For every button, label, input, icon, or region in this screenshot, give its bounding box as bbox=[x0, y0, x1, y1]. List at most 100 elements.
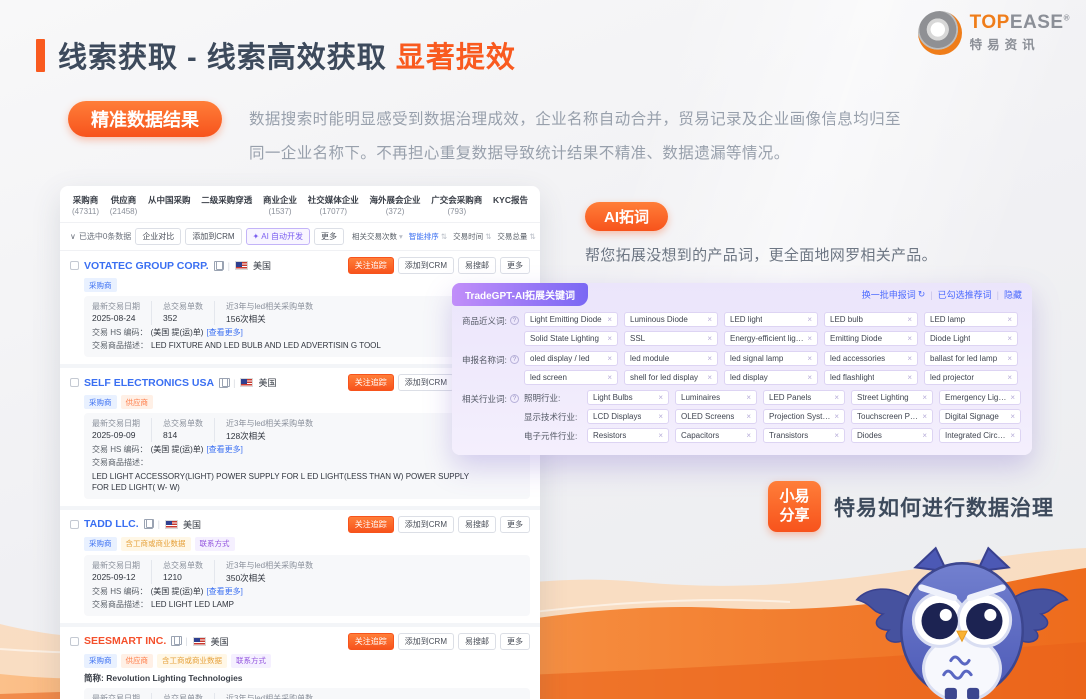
remove-icon[interactable]: × bbox=[907, 373, 912, 382]
keyword-tag[interactable]: Emitting Diode× bbox=[824, 331, 918, 346]
remove-icon[interactable]: × bbox=[746, 431, 751, 440]
keyword-tag[interactable]: LED Panels× bbox=[763, 390, 845, 405]
add-to-crm-button[interactable]: 添加到CRM bbox=[185, 228, 241, 245]
sort-smart[interactable]: 智能排序⇅ bbox=[409, 231, 447, 242]
remove-icon[interactable]: × bbox=[1007, 315, 1012, 324]
card-action-button[interactable]: 关注追踪 bbox=[348, 257, 394, 274]
card-action-button[interactable]: 添加到CRM bbox=[398, 633, 454, 650]
card-action-button[interactable]: 添加到CRM bbox=[398, 257, 454, 274]
card-action-button[interactable]: 添加到CRM bbox=[398, 374, 454, 391]
remove-icon[interactable]: × bbox=[1010, 431, 1015, 440]
remove-icon[interactable]: × bbox=[607, 315, 612, 324]
remove-icon[interactable]: × bbox=[746, 393, 751, 402]
keyword-tag[interactable]: Luminaires× bbox=[675, 390, 757, 405]
view-more-link[interactable]: [查看更多] bbox=[206, 445, 242, 456]
remove-icon[interactable]: × bbox=[907, 315, 912, 324]
card-action-button[interactable]: 易搜邮 bbox=[458, 516, 496, 533]
keyword-tag[interactable]: SSL× bbox=[624, 331, 718, 346]
keyword-tag[interactable]: led signal lamp× bbox=[724, 351, 818, 366]
keyword-tag[interactable]: Digital Signage× bbox=[939, 409, 1021, 424]
keyword-tag[interactable]: led module× bbox=[624, 351, 718, 366]
remove-icon[interactable]: × bbox=[807, 373, 812, 382]
keyword-tag[interactable]: led screen× bbox=[524, 370, 618, 385]
remove-icon[interactable]: × bbox=[1007, 334, 1012, 343]
keyword-tag[interactable]: Diodes× bbox=[851, 428, 933, 443]
remove-icon[interactable]: × bbox=[907, 334, 912, 343]
tab[interactable]: 二级采购穿透 bbox=[201, 194, 252, 212]
remove-icon[interactable]: × bbox=[907, 354, 912, 363]
remove-icon[interactable]: × bbox=[707, 373, 712, 382]
sort-by-trade-count[interactable]: 相关交易次数▾ bbox=[352, 231, 403, 242]
remove-icon[interactable]: × bbox=[807, 334, 812, 343]
tab[interactable]: 社交媒体企业 (17077) bbox=[308, 194, 359, 222]
keyword-tag[interactable]: Resistors× bbox=[587, 428, 669, 443]
row-checkbox[interactable] bbox=[70, 637, 79, 646]
card-action-button[interactable]: 易搜邮 bbox=[458, 633, 496, 650]
keyword-tag[interactable]: Emergency Lighting× bbox=[939, 390, 1021, 405]
tab[interactable]: 商业企业 (1537) bbox=[263, 194, 297, 222]
keyword-tag[interactable]: led accessories× bbox=[824, 351, 918, 366]
copy-icon[interactable] bbox=[171, 636, 180, 646]
view-more-link[interactable]: [查看更多] bbox=[206, 328, 242, 339]
keyword-tag[interactable]: LED bulb× bbox=[824, 312, 918, 327]
refresh-keywords-link[interactable]: 换一批申报词↻ bbox=[862, 288, 926, 301]
company-name-link[interactable]: SEESMART INC. bbox=[84, 635, 166, 647]
company-name-link[interactable]: TADD LLC. bbox=[84, 518, 139, 530]
keyword-tag[interactable]: Transistors× bbox=[763, 428, 845, 443]
remove-icon[interactable]: × bbox=[658, 393, 663, 402]
remove-icon[interactable]: × bbox=[834, 412, 839, 421]
card-action-button[interactable]: 关注追踪 bbox=[348, 633, 394, 650]
remove-icon[interactable]: × bbox=[807, 354, 812, 363]
remove-icon[interactable]: × bbox=[607, 354, 612, 363]
card-action-button[interactable]: 关注追踪 bbox=[348, 516, 394, 533]
remove-icon[interactable]: × bbox=[1010, 393, 1015, 402]
keyword-tag[interactable]: oled display / led× bbox=[524, 351, 618, 366]
keyword-tag[interactable]: OLED Screens× bbox=[675, 409, 757, 424]
remove-icon[interactable]: × bbox=[807, 315, 812, 324]
selected-keywords-link[interactable]: 已勾选推荐词 bbox=[938, 288, 992, 301]
remove-icon[interactable]: × bbox=[1007, 354, 1012, 363]
card-action-button[interactable]: 关注追踪 bbox=[348, 374, 394, 391]
remove-icon[interactable]: × bbox=[922, 431, 927, 440]
remove-icon[interactable]: × bbox=[707, 354, 712, 363]
remove-icon[interactable]: × bbox=[1010, 412, 1015, 421]
copy-icon[interactable] bbox=[214, 261, 223, 271]
keyword-tag[interactable]: Projection Systems× bbox=[763, 409, 845, 424]
keyword-tag[interactable]: shell for led display× bbox=[624, 370, 718, 385]
remove-icon[interactable]: × bbox=[707, 334, 712, 343]
keyword-tag[interactable]: Street Lighting× bbox=[851, 390, 933, 405]
tab[interactable]: 从中国采购 bbox=[148, 194, 191, 212]
keyword-tag[interactable]: Luminous Diode× bbox=[624, 312, 718, 327]
keyword-tag[interactable]: led projector× bbox=[924, 370, 1018, 385]
keyword-tag[interactable]: led display× bbox=[724, 370, 818, 385]
keyword-tag[interactable]: Capacitors× bbox=[675, 428, 757, 443]
keyword-tag[interactable]: Diode Light× bbox=[924, 331, 1018, 346]
selection-collapse[interactable]: ∨已选中0条数据 bbox=[70, 231, 131, 242]
keyword-tag[interactable]: LED light× bbox=[724, 312, 818, 327]
sort-by-trade-time[interactable]: 交易时间⇅ bbox=[453, 231, 491, 242]
copy-icon[interactable] bbox=[219, 378, 228, 388]
remove-icon[interactable]: × bbox=[746, 412, 751, 421]
card-action-button[interactable]: 更多 bbox=[500, 516, 530, 533]
remove-icon[interactable]: × bbox=[607, 334, 612, 343]
company-name-link[interactable]: SELF ELECTRONICS USA bbox=[84, 377, 214, 389]
row-checkbox[interactable] bbox=[70, 378, 79, 387]
remove-icon[interactable]: × bbox=[607, 373, 612, 382]
keyword-tag[interactable]: Touchscreen Panels× bbox=[851, 409, 933, 424]
card-action-button[interactable]: 更多 bbox=[500, 257, 530, 274]
remove-icon[interactable]: × bbox=[1007, 373, 1012, 382]
row-checkbox[interactable] bbox=[70, 520, 79, 529]
keyword-tag[interactable]: ballast for led lamp× bbox=[924, 351, 1018, 366]
keyword-tag[interactable]: Light Emitting Diode× bbox=[524, 312, 618, 327]
remove-icon[interactable]: × bbox=[834, 431, 839, 440]
tab[interactable]: 广交会采购商 (793) bbox=[431, 194, 482, 222]
remove-icon[interactable]: × bbox=[922, 393, 927, 402]
remove-icon[interactable]: × bbox=[658, 431, 663, 440]
keyword-tag[interactable]: Integrated Circuits× bbox=[939, 428, 1021, 443]
remove-icon[interactable]: × bbox=[922, 412, 927, 421]
remove-icon[interactable]: × bbox=[658, 412, 663, 421]
keyword-tag[interactable]: LED lamp× bbox=[924, 312, 1018, 327]
tab[interactable]: 供应商 (21458) bbox=[110, 194, 138, 222]
keyword-tag[interactable]: Energy-efficient lighti...× bbox=[724, 331, 818, 346]
sort-by-trade-total[interactable]: 交易总量⇅ bbox=[497, 231, 535, 242]
